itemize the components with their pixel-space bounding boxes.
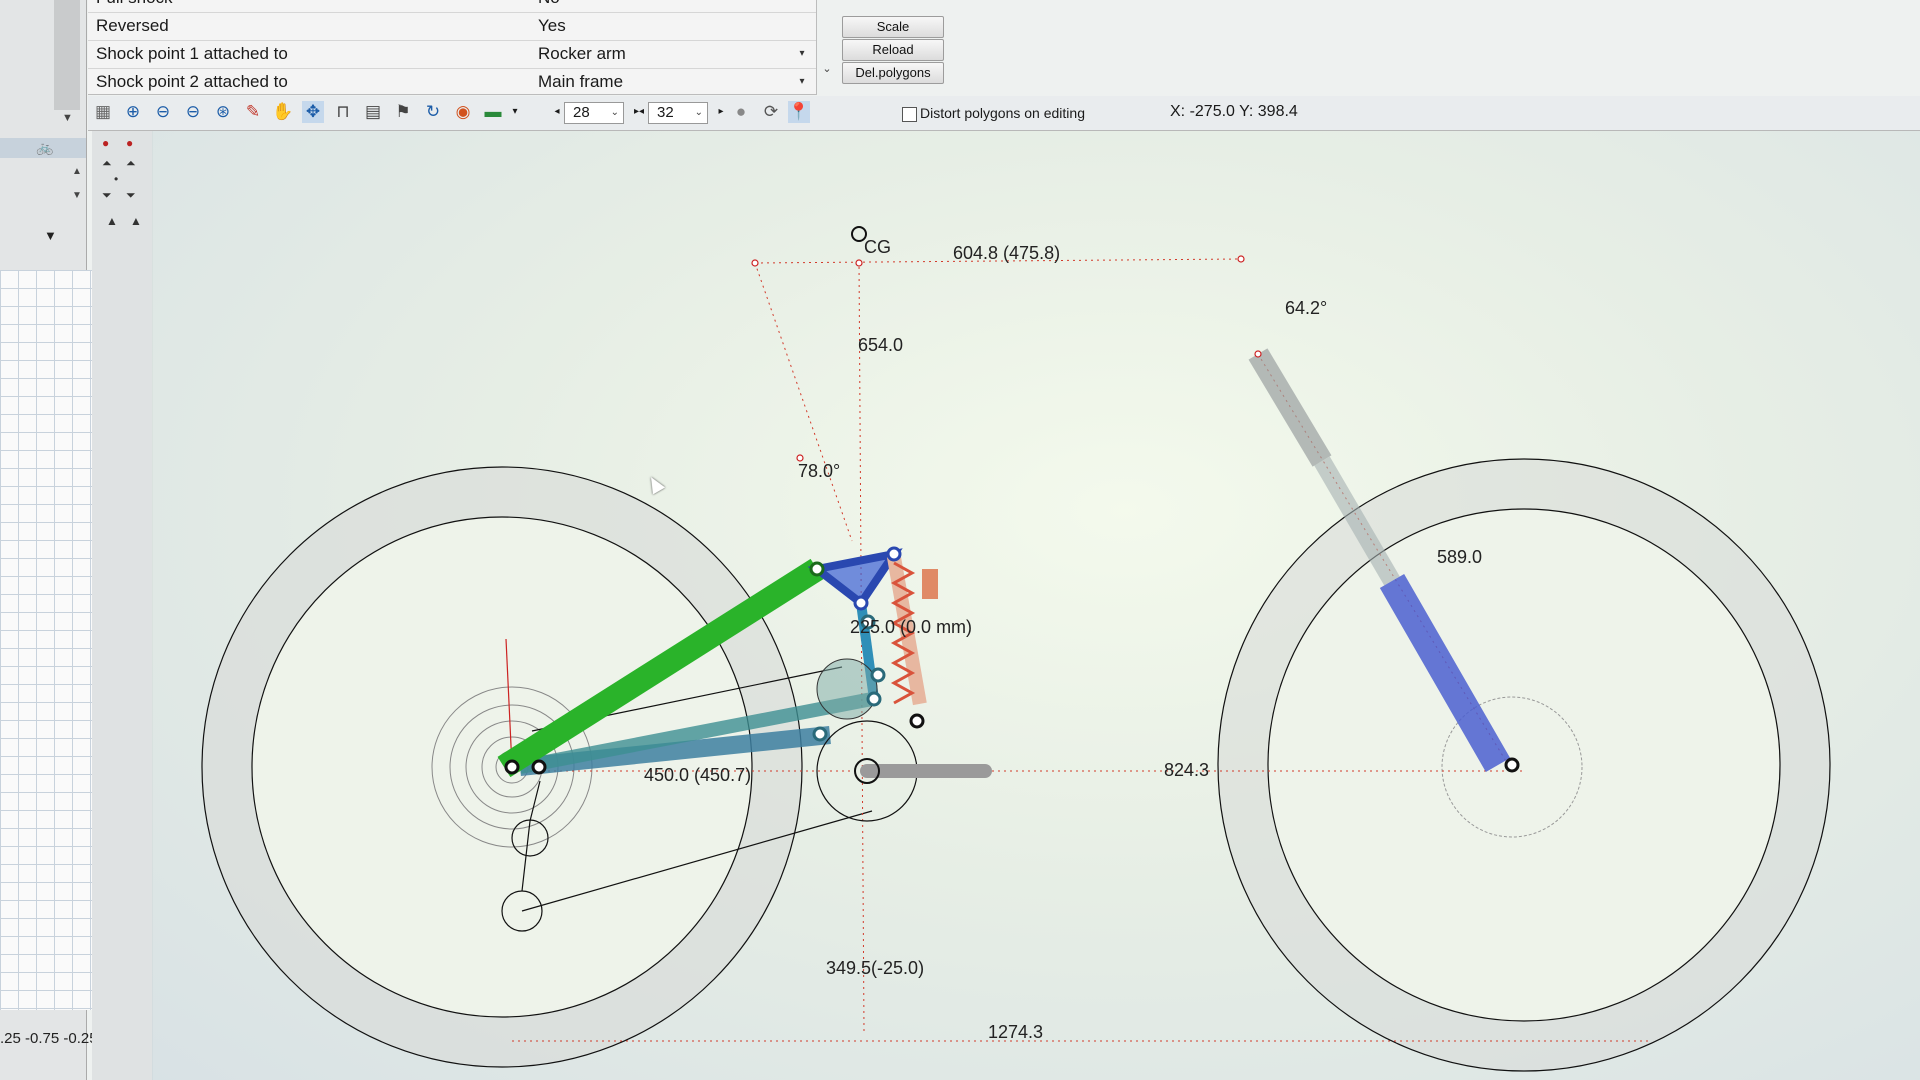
dropdown-arrow-icon[interactable]: ▾ — [796, 76, 808, 88]
rotate-icon[interactable]: ↻ — [422, 101, 444, 123]
hand-pan-icon[interactable]: ✋ — [272, 101, 294, 123]
chevron-down-icon: ⌄ — [694, 107, 703, 118]
step-arrows-icon[interactable]: ▸◂ — [628, 101, 650, 123]
pin-icon[interactable]: ● — [102, 136, 109, 150]
property-label: Shock point 2 attached to — [96, 72, 288, 91]
dock-scrollbar[interactable] — [54, 0, 80, 110]
flag-icon[interactable]: ⚑ — [392, 101, 414, 123]
chevron-down-icon[interactable]: ▼ — [62, 112, 73, 124]
bb-height-dimension: 349.5(-25.0) — [826, 958, 924, 978]
property-row[interactable]: Shock point 2 attached to Main frame ▾ — [88, 68, 816, 97]
next-arrow-icon[interactable]: ▸ — [710, 101, 732, 123]
bottom-bracket-shell — [816, 658, 878, 720]
distort-polygons-checkbox[interactable] — [902, 107, 917, 122]
shock-length-dimension: 225.0 (0.0 mm) — [850, 617, 972, 637]
frame-value-2: 32 — [657, 104, 674, 121]
property-label: Full shock — [96, 0, 173, 8]
reload-button[interactable]: Reload — [842, 39, 944, 61]
zoom-minus-icon[interactable]: ⊖ — [182, 101, 204, 123]
color-wheel-icon[interactable]: ◉ — [452, 101, 474, 123]
cg-label: CG — [864, 237, 891, 257]
record-icon[interactable]: ● — [730, 101, 752, 123]
wheelbase-dimension: 1274.3 — [988, 1022, 1043, 1042]
stack-dimension: 654.0 — [858, 335, 903, 355]
bike-geometry-drawing[interactable]: CG 604.8 (475.8) 654.0 78.0° 64.2° 589.0… — [152, 131, 1920, 1080]
move-up-icon[interactable]: ⏶ — [126, 156, 136, 171]
reach-dimension: 604.8 (475.8) — [953, 243, 1060, 263]
dropdown-arrow-icon[interactable]: ▼ — [44, 228, 57, 243]
triangle-up-icon[interactable]: ▲ — [106, 214, 118, 228]
move-down-icon[interactable]: ⏷ — [126, 188, 136, 203]
measure-icon[interactable]: ⊓ — [332, 101, 354, 123]
seat-angle-dimension: 78.0° — [798, 461, 840, 481]
frame-select-1[interactable]: 28 ⌄ — [564, 102, 624, 124]
paint-icon[interactable]: ✎ — [242, 101, 264, 123]
triangle-up-icon[interactable]: ▲ — [130, 214, 142, 228]
steerer-tube — [1248, 348, 1332, 467]
property-label: Shock point 1 attached to — [96, 44, 288, 63]
front-center-dimension: 824.3 — [1164, 760, 1209, 780]
table-icon[interactable]: ▤ — [362, 101, 384, 123]
chevron-down-icon[interactable]: ▼ — [72, 190, 82, 201]
property-value[interactable]: Rocker arm — [538, 44, 626, 64]
dimension-markers — [751, 255, 1262, 462]
dot-icon: • — [114, 172, 119, 186]
chevron-up-icon[interactable]: ▲ — [72, 166, 82, 177]
property-value[interactable]: Main frame — [538, 72, 623, 92]
pin-icon[interactable]: ● — [126, 136, 133, 150]
selected-model-row[interactable]: 🚲 — [0, 138, 86, 158]
dropdown-arrow-icon[interactable]: ▾ — [796, 48, 808, 60]
zoom-fit-icon[interactable]: ⊛ — [212, 101, 234, 123]
dropdown-arrow-icon[interactable]: ▾ — [504, 101, 526, 123]
property-value[interactable]: Yes — [538, 16, 566, 36]
property-label: Reversed — [96, 16, 169, 35]
distort-polygons-label: Distort polygons on editing — [920, 105, 1085, 121]
move-up-icon[interactable]: ⏶ — [102, 156, 112, 171]
rocker-arm — [807, 548, 903, 609]
frame-select-2[interactable]: 32 ⌄ — [648, 102, 708, 124]
property-value[interactable]: No — [538, 0, 560, 8]
bike-icon: 🚲 — [36, 139, 54, 155]
grid-icon[interactable]: ▦ — [92, 101, 114, 123]
property-row[interactable]: Shock point 1 attached to Rocker arm ▾ — [88, 40, 816, 69]
layers-icon[interactable]: ▬ — [482, 101, 504, 123]
move-down-icon[interactable]: ⏷ — [102, 188, 112, 203]
chevron-down-icon: ⌄ — [610, 107, 619, 118]
chevron-down-icon[interactable]: ⌄ — [820, 62, 834, 92]
delete-polygons-button[interactable]: Del.polygons — [842, 62, 944, 84]
refresh-icon[interactable]: ⟳ — [760, 101, 782, 123]
frame-value-1: 28 — [573, 104, 590, 121]
pin-icon[interactable]: 📍 — [788, 101, 810, 123]
geometry-canvas[interactable]: CG 604.8 (475.8) 654.0 78.0° 64.2° 589.0… — [152, 131, 1920, 1080]
front-wheel — [1217, 458, 1831, 1072]
node-tool-column: ● ● ⏶ ⏶ • ⏷ ⏷ ▲ ▲ — [92, 130, 153, 1080]
property-row[interactable]: Reversed Yes — [88, 12, 816, 41]
move-icon[interactable]: ✥ — [302, 101, 324, 123]
zoom-in-icon[interactable]: ⊕ — [122, 101, 144, 123]
cursor-coordinates: X: -275.0 Y: 398.4 — [1170, 103, 1298, 120]
fork-length-dimension: 589.0 — [1437, 547, 1482, 567]
main-toolbar: ▦ ⊕ ⊖ ⊖ ⊛ ✎ ✋ ✥ ⊓ ▤ ⚑ ↻ ◉ ▬ ▾ ◂ 28 ⌄ ▸◂ … — [88, 96, 1920, 131]
zoom-out-icon[interactable]: ⊖ — [152, 101, 174, 123]
scale-button[interactable]: Scale — [842, 16, 944, 38]
shock-properties-grid: Full shock No Reversed Yes Shock point 1… — [88, 0, 817, 97]
chainstay-dimension: 450.0 (450.7) — [644, 765, 751, 785]
head-angle-dimension: 64.2° — [1285, 298, 1327, 318]
